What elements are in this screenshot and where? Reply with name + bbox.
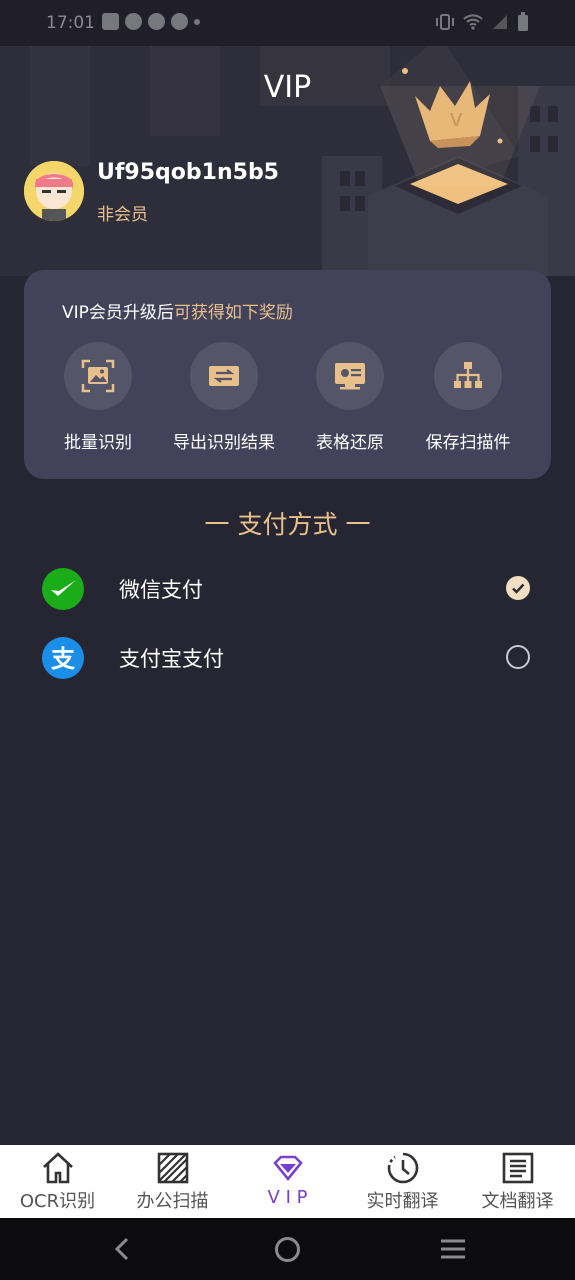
notification-icons (102, 13, 200, 30)
image-scan-icon (64, 342, 132, 410)
nav-vip[interactable]: V I P (230, 1145, 345, 1218)
battery-icon (518, 12, 528, 31)
status-bar: 17:01 (0, 0, 575, 46)
hierarchy-icon (434, 342, 502, 410)
payment-method-title: 一 支付方式 一 (204, 510, 371, 539)
table-icon (316, 342, 384, 410)
benefit-label: 保存扫描件 (425, 433, 511, 453)
benefit-save-scans[interactable]: 保存扫描件 (403, 342, 533, 453)
diamond-icon (230, 1151, 345, 1185)
recent-apps-icon[interactable] (439, 1237, 467, 1261)
scan-icon (115, 1151, 230, 1185)
svg-text:V: V (450, 110, 463, 131)
wechat-pay-icon (42, 568, 84, 610)
back-icon[interactable] (110, 1236, 134, 1262)
notification-icon (102, 13, 119, 30)
membership-status: 非会员 (97, 205, 148, 225)
benefit-table-restore[interactable]: 表格还原 (285, 342, 415, 453)
benefits-title-prefix: VIP会员升级后 (62, 303, 174, 323)
unselected-radio-icon[interactable] (506, 645, 530, 669)
benefit-label: 表格还原 (316, 433, 384, 453)
document-icon (460, 1151, 575, 1185)
home-icon (0, 1151, 115, 1185)
payment-option-wechat[interactable]: 微信支付 (0, 558, 575, 618)
system-icons (435, 12, 529, 32)
svg-text:支: 支 (51, 645, 76, 673)
wifi-icon (463, 14, 483, 30)
signal-icon (493, 15, 507, 29)
nav-ocr[interactable]: OCR识别 (0, 1145, 115, 1218)
export-icon (190, 342, 258, 410)
home-button-icon[interactable] (274, 1236, 301, 1263)
payment-option-label: 微信支付 (119, 578, 203, 602)
notification-icon (171, 13, 188, 30)
clock-icon (345, 1151, 460, 1185)
nav-label: OCR识别 (19, 1191, 96, 1212)
alipay-icon: 支 (42, 637, 84, 679)
nav-label: 文档翻译 (481, 1191, 554, 1212)
page-title: VIP (263, 70, 312, 105)
vip-benefits-card: VIP会员升级后可获得如下奖励 批量识别 导出识别结果 表格还原 保存扫描件 (24, 270, 551, 479)
nav-document-translate[interactable]: 文档翻译 (460, 1145, 575, 1218)
notification-icon (125, 13, 142, 30)
status-time: 17:01 (46, 13, 95, 33)
payment-option-alipay[interactable]: 支 支付宝支付 (0, 627, 575, 687)
nav-realtime-translate[interactable]: 实时翻译 (345, 1145, 460, 1218)
vibrate-icon (436, 14, 454, 30)
nav-label: V I P (267, 1187, 308, 1208)
benefit-batch-recognition[interactable]: 批量识别 (33, 342, 163, 453)
system-navigation-bar (0, 1218, 575, 1280)
avatar[interactable] (24, 161, 84, 221)
nav-label: 办公扫描 (136, 1191, 209, 1212)
nav-label: 实时翻译 (366, 1191, 439, 1212)
benefit-label: 批量识别 (64, 433, 132, 453)
bottom-navigation: OCR识别 办公扫描 V I P 实时翻译 文档翻译 (0, 1145, 575, 1218)
benefit-label: 导出识别结果 (173, 433, 275, 453)
benefit-export-results[interactable]: 导出识别结果 (159, 342, 289, 453)
selected-check-icon[interactable] (506, 576, 530, 600)
avatar-face-icon (24, 161, 84, 221)
username: Uf95qob1n5b5 (97, 160, 279, 185)
more-notifications-icon (194, 19, 200, 25)
benefits-title: VIP会员升级后可获得如下奖励 (62, 298, 293, 323)
benefits-title-highlight: 可获得如下奖励 (173, 303, 293, 323)
nav-office-scan[interactable]: 办公扫描 (115, 1145, 230, 1218)
notification-icon (148, 13, 165, 30)
payment-option-label: 支付宝支付 (119, 647, 224, 671)
